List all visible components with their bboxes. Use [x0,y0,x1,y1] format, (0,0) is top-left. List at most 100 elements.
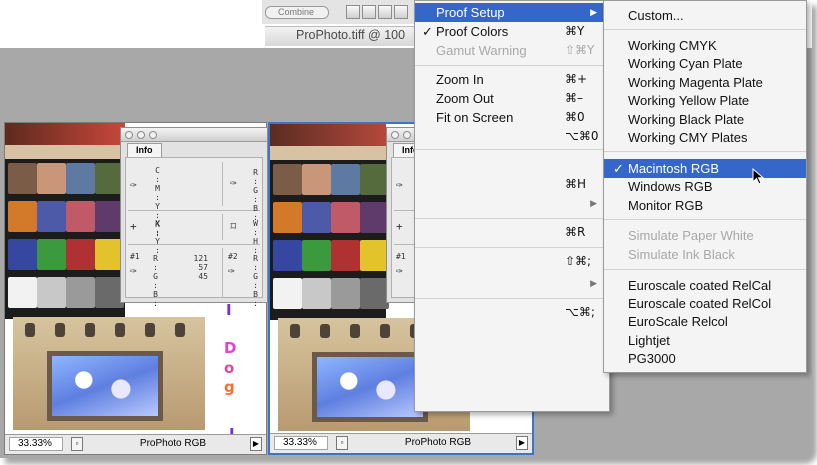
submenu-item-euroscale-coated-relcal[interactable]: Euroscale coated RelCal [604,276,806,295]
menu-separator [415,218,609,219]
toolbar-button-4[interactable] [394,5,408,19]
peg-row [21,321,197,337]
peg [115,323,125,337]
minimize-icon[interactable] [403,131,411,139]
menu-item-proof-setup[interactable]: Proof Setup ▶ [415,3,609,22]
submenu-item-label: Working CMYK [628,38,717,53]
menu-item[interactable]: ⌘R [415,223,609,242]
peg [85,323,95,337]
submenu-item-custom[interactable]: Custom... [604,6,806,25]
color-patch [37,277,66,308]
status-profile: ProPhoto RGB [139,438,207,449]
color-checker-chart [270,160,389,320]
menu-item[interactable]: ⌥⌘; [415,303,609,322]
eyedropper-icon: ✑ [230,176,237,189]
submenu-item-working-cyan-plate[interactable]: Working Cyan Plate [604,54,806,73]
menu-item-label: Fit on Screen [436,110,514,125]
submenu-item-label: Working CMY Plates [628,130,748,145]
color-patch [66,163,95,194]
submenu-item-working-yellow-plate[interactable]: Working Yellow Plate [604,91,806,110]
submenu-item-working-black-plate[interactable]: Working Black Plate [604,110,806,129]
menu-item[interactable]: ⌥⌘0 [415,127,609,146]
menu-item[interactable]: ▶ [415,274,609,293]
info-readout: ✑ C : M : Y : K : ✑ R : G : B : + X : Y … [125,157,263,308]
color-patch [8,277,37,308]
close-icon[interactable] [391,131,399,139]
palette-titlebar[interactable] [121,128,267,142]
label-b: B : [253,290,258,308]
menu-item-label: Zoom Out [436,91,494,106]
color-patch [360,202,389,233]
color-patch [302,202,331,233]
submenu-arrow-icon: ▶ [590,278,597,288]
framed-picture [47,351,163,421]
sampler-1-values: 121 57 45 [188,254,208,281]
proof-setup-submenu[interactable]: Custom... Working CMYK Working Cyan Plate W… [603,0,807,373]
toolbar-button-3[interactable] [378,5,392,19]
submenu-item-monitor-rgb[interactable]: Monitor RGB [604,196,806,215]
tab-info[interactable]: Info [127,143,162,157]
label-h: H : [253,237,258,255]
menu-item[interactable]: ⌘H [415,175,609,194]
color-patch [331,202,360,233]
color-checker-chart [5,159,125,319]
document-info-icon[interactable]: ▫ [336,436,348,450]
color-patch [66,277,95,308]
submenu-item-label: Working Magenta Plate [628,75,763,90]
submenu-item-macintosh-rgb[interactable]: ✓ Macintosh RGB [604,159,806,178]
toolbar-button-1[interactable] [346,5,360,19]
submenu-arrow-icon: ▶ [590,198,597,208]
document-info-icon[interactable]: ▫ [71,437,83,451]
eyedropper-icon: ✑ [130,264,137,277]
xy-labels: X : Y : [150,219,160,255]
color-patch [37,239,66,270]
submenu-item-lightjet[interactable]: Lightjet [604,331,806,350]
color-patch [37,201,66,232]
color-patch [331,240,360,271]
menu-item-label: Proof Colors [436,24,509,39]
submenu-item-working-magenta-plate[interactable]: Working Magenta Plate [604,73,806,92]
submenu-item-pg3000[interactable]: PG3000 [604,349,806,368]
blend-combo[interactable]: Combine [265,6,329,19]
label-g: G : [153,272,158,290]
menu-item-fit-on-screen[interactable]: Fit on Screen ⌘0 [415,108,609,127]
color-patch [331,164,360,195]
zoom-field[interactable]: 33.33% [9,437,63,451]
submenu-item-label: Working Black Plate [628,112,745,127]
status-menu-arrow-icon[interactable]: ▶ [516,436,528,450]
screenshot-frame: Combine ProPhoto.tiff @ 100 I 33.33% ▫ P… [0,0,812,458]
info-palette[interactable]: Info ✑ C : M : Y : K : ✑ R : G : B : + X [120,127,268,308]
menu-item-proof-colors[interactable]: Proof Colors ✓ ⌘Y [415,22,609,41]
zoom-field[interactable]: 33.33% [274,436,328,450]
submenu-item-label: Simulate Paper White [628,228,754,243]
toolbar-button-2[interactable] [362,5,376,19]
zoom-icon[interactable] [149,131,157,139]
submenu-item-euroscale-relcol[interactable]: EuroScale Relcol [604,312,806,331]
submenu-item-euroscale-coated-relcol[interactable]: Euroscale coated RelCol [604,294,806,313]
label-m: M : [155,184,160,202]
eyedropper-icon: ✑ [228,264,235,277]
image-tan-band [5,145,125,159]
menu-shortcut: ⌘R [565,225,586,239]
status-menu-arrow-icon[interactable]: ▶ [250,437,262,451]
divider [222,214,223,240]
menu-item[interactable]: ⇧⌘; [415,252,609,271]
menu-shortcut: ⌥⌘0 [565,129,599,143]
menu-item-zoom-in[interactable]: Zoom In ⌘+ [415,70,609,89]
mouse-pointer-icon [752,168,765,185]
submenu-item-windows-rgb[interactable]: Windows RGB [604,177,806,196]
submenu-item-label: Custom... [628,8,684,23]
menu-item-label: Proof Setup [436,5,505,20]
color-patch [273,240,302,271]
peg [25,323,35,337]
close-icon[interactable] [125,131,133,139]
submenu-item-working-cmyk[interactable]: Working CMYK [604,36,806,55]
submenu-item-working-cmy-plates[interactable]: Working CMY Plates [604,128,806,147]
menu-item-zoom-out[interactable]: Zoom Out ⌘– [415,89,609,108]
view-menu[interactable]: Proof Setup ▶ Proof Colors ✓ ⌘Y Gamut Warning… [414,0,610,412]
peg [320,324,330,338]
selection-size-icon: ⌑ [230,220,237,233]
menu-item[interactable]: ▶ [415,194,609,213]
minimize-icon[interactable] [137,131,145,139]
submenu-item-label: Working Yellow Plate [628,93,750,108]
